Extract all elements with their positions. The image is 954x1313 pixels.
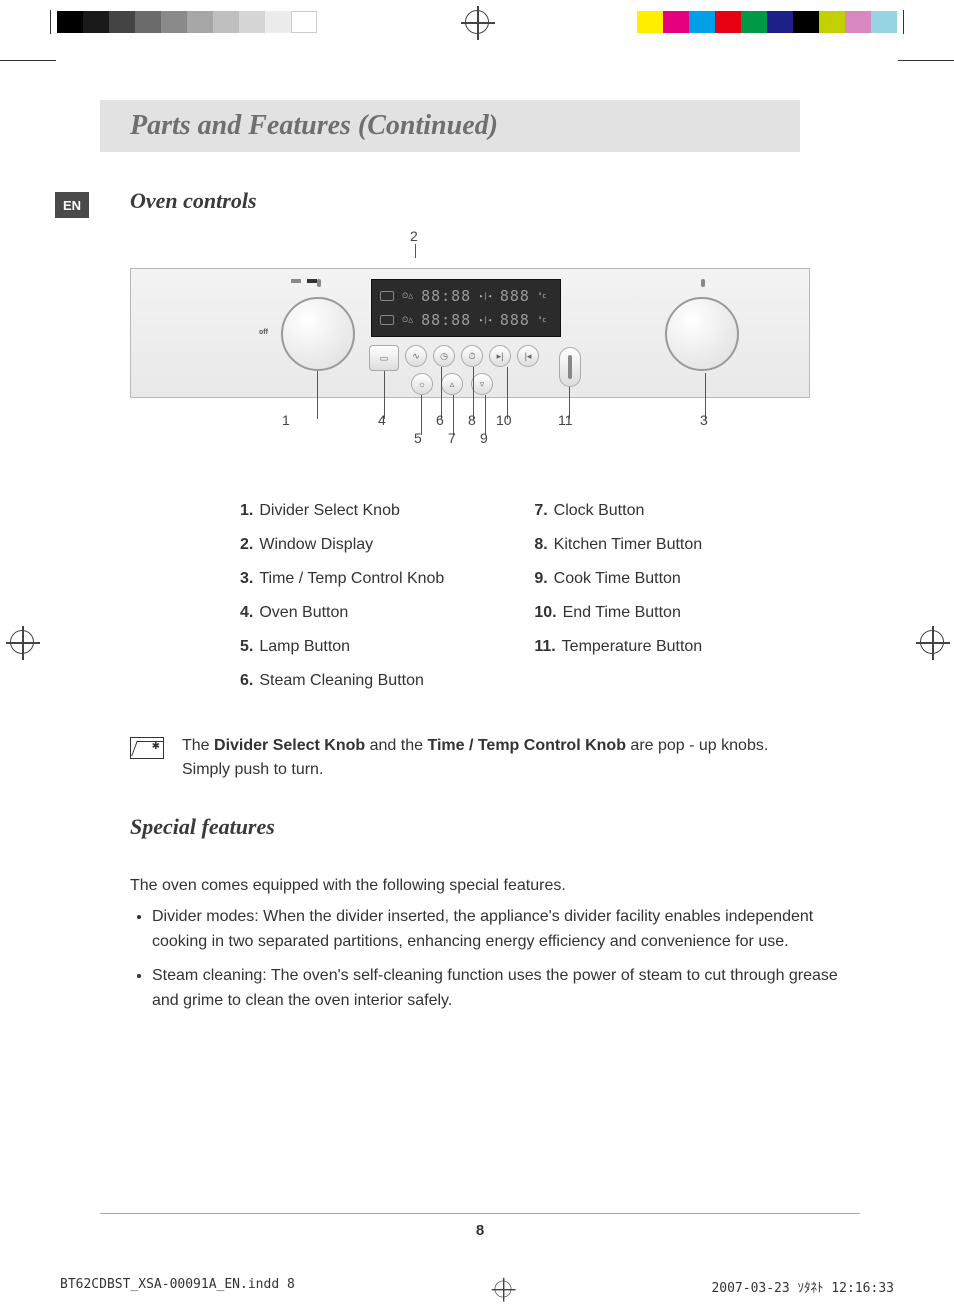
- temperature-button-icon: [559, 347, 581, 387]
- arrow-up-icon: ▵: [441, 373, 463, 395]
- arrow-down-icon: ▿: [471, 373, 493, 395]
- oven-button-icon: ▭: [369, 345, 399, 371]
- legend-item: 6.Steam Cleaning Button: [240, 672, 444, 690]
- callout-num: 6: [436, 412, 444, 428]
- special-features-heading: Special features: [130, 814, 860, 840]
- page-number: 8: [476, 1222, 484, 1239]
- legend-column-right: 7.Clock Button 8.Kitchen Timer Button 9.…: [534, 502, 702, 690]
- legend-item: 5.Lamp Button: [240, 638, 444, 656]
- window-display: ⏲△ 88:88 ▸|◂ 888 °c ⏲△ 88:88 ▸|◂ 888 °c: [371, 279, 561, 337]
- feature-bullet: Divider modes: When the divider inserted…: [152, 905, 860, 955]
- callout-numbers: 1 4 6 8 10 11 3 5 7 9: [130, 398, 810, 448]
- note-icon: [130, 737, 164, 759]
- registration-mark-left: [10, 630, 34, 654]
- legend-item: 7.Clock Button: [534, 502, 702, 520]
- callout-num: 8: [468, 412, 476, 428]
- registration-mark-right: [920, 630, 944, 654]
- features-intro: The oven comes equipped with the followi…: [130, 874, 860, 899]
- legend-column-left: 1.Divider Select Knob 2.Window Display 3…: [240, 502, 444, 690]
- display-time-2: 88:88: [421, 311, 471, 329]
- callout-num: 5: [414, 430, 422, 446]
- printer-color-bar: [0, 10, 954, 34]
- clock-button-icon: ◷: [433, 345, 455, 367]
- legend-item: 10.End Time Button: [534, 604, 702, 622]
- slug-filename: BT62CDBST_XSA-00091A_EN.indd 8: [60, 1277, 295, 1301]
- off-label: off: [259, 329, 268, 336]
- time-temp-knob-icon: [665, 297, 739, 371]
- page-content: Parts and Features (Continued) EN Oven c…: [100, 100, 860, 1024]
- registration-mark-icon: [465, 10, 489, 34]
- legend-item: 11.Temperature Button: [534, 638, 702, 656]
- feature-bullet: Steam cleaning: The oven's self-cleaning…: [152, 964, 860, 1014]
- divider-select-knob-icon: [281, 297, 355, 371]
- kitchen-timer-button-icon: ⏱: [461, 345, 483, 367]
- legend-item: 3.Time / Temp Control Knob: [240, 570, 444, 588]
- grayscale-swatches: [57, 11, 317, 33]
- display-temp-2: 888: [500, 311, 530, 329]
- legend-item: 4.Oven Button: [240, 604, 444, 622]
- legend-item: 9.Cook Time Button: [534, 570, 702, 588]
- oven-mode-icon: [380, 291, 394, 301]
- crop-mark: [0, 60, 56, 61]
- section-title-bar: Parts and Features (Continued): [100, 100, 800, 152]
- section-title: Parts and Features (Continued): [130, 110, 782, 142]
- language-badge: EN: [55, 192, 89, 218]
- callout-num: 10: [496, 412, 512, 428]
- lamp-button-icon: ☼: [411, 373, 433, 395]
- registration-mark-icon: [495, 1281, 512, 1298]
- callout-num-2: 2: [410, 228, 418, 244]
- legend-item: 1.Divider Select Knob: [240, 502, 444, 520]
- crop-mark: [898, 60, 954, 61]
- controls-legend: 1.Divider Select Knob 2.Window Display 3…: [240, 502, 860, 690]
- color-swatches: [637, 11, 897, 33]
- display-temp-1: 888: [500, 287, 530, 305]
- oven-controls-heading: Oven controls: [130, 188, 860, 214]
- cook-time-button-icon: ▸|: [489, 345, 511, 367]
- display-time-1: 88:88: [421, 287, 471, 305]
- steam-clean-button-icon: ∿: [405, 345, 427, 367]
- callout-num: 1: [282, 412, 290, 428]
- note-text: The Divider Select Knob and the Time / T…: [182, 734, 768, 782]
- special-features-block: The oven comes equipped with the followi…: [130, 874, 860, 1014]
- callout-num: 11: [558, 412, 573, 428]
- callout-num: 9: [480, 430, 488, 446]
- note-block: The Divider Select Knob and the Time / T…: [130, 734, 860, 782]
- end-time-button-icon: |◂: [517, 345, 539, 367]
- callout-num: 7: [448, 430, 456, 446]
- callout-num: 4: [378, 412, 386, 428]
- print-slug-line: BT62CDBST_XSA-00091A_EN.indd 8 2007-03-2…: [0, 1277, 954, 1301]
- legend-item: 2.Window Display: [240, 536, 444, 554]
- oven-mode-icon: [380, 315, 394, 325]
- page-footer: 8: [100, 1213, 860, 1239]
- legend-item: 8.Kitchen Timer Button: [534, 536, 702, 554]
- slug-datetime: 2007-03-23 ｿﾀﾈﾄ 12:16:33: [711, 1277, 894, 1301]
- callout-num: 3: [700, 412, 708, 428]
- control-panel-diagram: off ⏲△ 88:88 ▸|◂ 888 °c ⏲△ 88:88 ▸|◂ 888: [130, 248, 810, 398]
